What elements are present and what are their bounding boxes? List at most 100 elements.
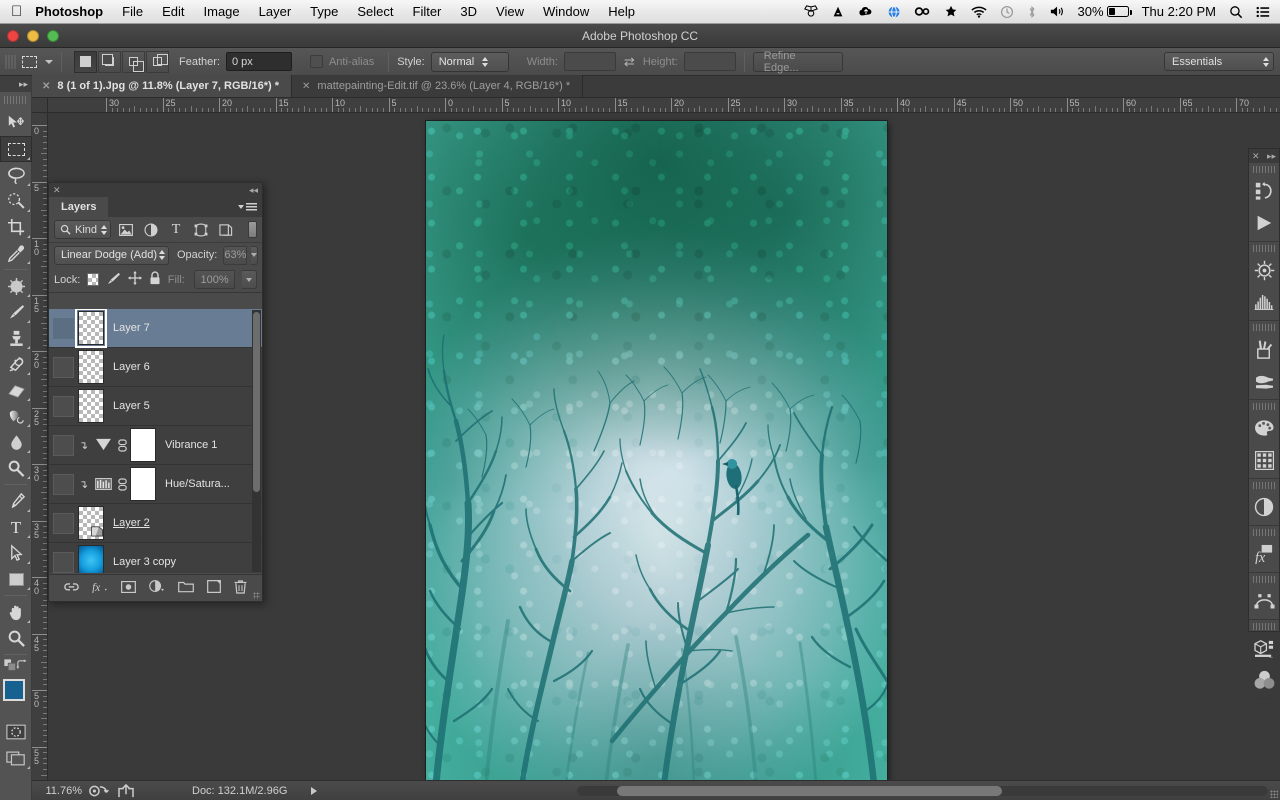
menu-window[interactable]: Window xyxy=(543,4,589,19)
rectangular-marquee-tool[interactable] xyxy=(0,136,32,162)
toolbar-grip[interactable] xyxy=(0,94,31,106)
layer-name[interactable]: Layer 3 copy xyxy=(113,556,176,568)
horizontal-type-tool[interactable]: T xyxy=(0,514,32,540)
styles-icon[interactable]: fx xyxy=(1249,538,1279,570)
layer-row[interactable]: Layer 6 xyxy=(49,348,262,387)
menu-type[interactable]: Type xyxy=(310,4,338,19)
volume-icon[interactable] xyxy=(1050,5,1065,18)
bluetooth-icon[interactable] xyxy=(1027,5,1037,19)
history-brush-tool[interactable] xyxy=(0,351,32,377)
menu-help[interactable]: Help xyxy=(608,4,635,19)
window-resize-handle[interactable] xyxy=(1270,790,1278,798)
menu-layer[interactable]: Layer xyxy=(259,4,292,19)
layer-row[interactable]: ↴ Hue/Satura... xyxy=(49,465,262,504)
opacity-value[interactable]: 63% xyxy=(223,245,248,265)
pixel-layer-filter-icon[interactable] xyxy=(116,220,136,240)
swatches-icon[interactable] xyxy=(1249,444,1279,476)
lasso-tool[interactable] xyxy=(0,162,32,188)
layer-row[interactable]: Layer 7 xyxy=(49,309,262,348)
opacity-dropdown-arrow[interactable] xyxy=(251,245,259,265)
zoom-window-button[interactable] xyxy=(47,30,59,42)
adjustment-layer-filter-icon[interactable] xyxy=(141,220,161,240)
foreground-color-swatch[interactable] xyxy=(3,679,25,701)
image-canvas[interactable] xyxy=(426,121,887,784)
add-to-selection-button[interactable] xyxy=(98,50,121,73)
subtract-from-selection-button[interactable] xyxy=(122,50,145,73)
lock-image-pixels-icon[interactable] xyxy=(106,272,121,288)
menu-filter[interactable]: Filter xyxy=(413,4,442,19)
layer-thumbnail[interactable] xyxy=(78,350,104,384)
layer-thumbnail[interactable] xyxy=(78,506,104,540)
layer-row[interactable]: ↴ Vibrance 1 xyxy=(49,426,262,465)
color-palette-icon[interactable] xyxy=(1249,412,1279,444)
smart-object-filter-icon[interactable] xyxy=(216,220,236,240)
actions-icon[interactable] xyxy=(1249,207,1279,239)
gradient-tool[interactable] xyxy=(0,403,32,429)
scrollbar-thumb[interactable] xyxy=(253,312,260,492)
brush-presets-icon[interactable] xyxy=(1249,333,1279,365)
lock-position-icon[interactable] xyxy=(127,271,142,288)
new-adjustment-layer-icon[interactable] xyxy=(149,580,165,596)
vertical-ruler[interactable]: 0 5 10 15 20 25 30 35 40 45 50 55 xyxy=(32,113,48,800)
anti-alias-checkbox[interactable] xyxy=(309,55,323,68)
path-selection-tool[interactable] xyxy=(0,540,32,566)
add-layer-style-icon[interactable]: fx xyxy=(92,580,108,596)
layer-name[interactable]: Vibrance 1 xyxy=(165,439,217,451)
horizontal-scrollbar[interactable] xyxy=(577,786,1268,796)
close-icon[interactable]: ✕ xyxy=(42,81,50,92)
link-mask-icon[interactable] xyxy=(114,438,130,452)
menu-view[interactable]: View xyxy=(496,4,524,19)
rectangular-marquee-icon[interactable] xyxy=(16,49,42,75)
layer-row[interactable]: Layer 2 xyxy=(49,504,262,543)
gear-arrow-icon[interactable] xyxy=(88,784,110,798)
layers-scrollbar[interactable] xyxy=(252,310,261,572)
menu-bar-clock[interactable]: Thu 2:20 PM xyxy=(1142,4,1216,19)
lock-transparent-pixels-icon[interactable] xyxy=(87,273,99,286)
layer-name[interactable]: Layer 5 xyxy=(113,400,150,412)
new-selection-button[interactable] xyxy=(74,50,97,73)
scrollbar-thumb[interactable] xyxy=(617,786,1002,796)
menu-select[interactable]: Select xyxy=(357,4,393,19)
layer-visibility-toggle[interactable] xyxy=(53,512,74,534)
layer-thumbnail[interactable] xyxy=(78,545,104,573)
delete-layer-icon[interactable] xyxy=(234,579,247,597)
pen-tool[interactable] xyxy=(0,488,32,514)
crashplan-icon[interactable] xyxy=(944,5,958,19)
tab-layers[interactable]: Layers xyxy=(49,197,109,217)
double-chevron-right-icon[interactable]: ▸▸ xyxy=(1267,151,1276,162)
double-chevron-left-icon[interactable]: ◂◂ xyxy=(249,185,258,196)
globe-icon[interactable] xyxy=(887,5,901,19)
menu-file[interactable]: File xyxy=(122,4,143,19)
fill-value[interactable]: 100% xyxy=(193,270,236,289)
eyedropper-tool[interactable] xyxy=(0,240,32,266)
history-icon[interactable] xyxy=(1249,175,1279,207)
zoom-level-input[interactable]: 11.76% xyxy=(38,785,88,797)
lock-all-icon[interactable] xyxy=(149,271,161,288)
toolbar-collapse-button[interactable]: ▸▸ xyxy=(0,76,31,92)
workspace-switcher[interactable]: Essentials xyxy=(1164,52,1274,71)
layer-mask-thumbnail[interactable] xyxy=(130,467,156,501)
menu-3d[interactable]: 3D xyxy=(460,4,477,19)
dropbox-icon[interactable] xyxy=(803,4,818,19)
panel-menu-icon[interactable] xyxy=(238,197,262,217)
add-layer-mask-icon[interactable] xyxy=(120,580,136,596)
horizontal-ruler[interactable]: 30 25 20 15 10 5 0 5 10 15 20 25 30 35 40 45 50 55 60 65 70 xyxy=(48,98,1280,113)
rectangle-tool[interactable] xyxy=(0,566,32,592)
eraser-tool[interactable] xyxy=(0,377,32,403)
chevron-down-icon[interactable] xyxy=(45,59,53,64)
play-arrow-icon[interactable] xyxy=(311,786,318,795)
blend-mode-select[interactable]: Linear Dodge (Add) xyxy=(54,245,169,265)
wifi-icon[interactable] xyxy=(970,6,987,18)
quick-selection-tool[interactable] xyxy=(0,188,32,214)
close-icon[interactable]: ✕ xyxy=(302,81,310,92)
feather-input[interactable]: 0 px xyxy=(225,52,292,71)
menu-photoshop[interactable]: Photoshop xyxy=(35,4,103,19)
histogram-icon[interactable] xyxy=(1249,286,1279,318)
width-input[interactable] xyxy=(563,52,616,71)
layer-visibility-toggle[interactable] xyxy=(53,473,74,495)
layer-name[interactable]: Hue/Satura... xyxy=(165,478,230,490)
cloud-icon[interactable] xyxy=(858,5,874,18)
navigator-icon[interactable] xyxy=(1249,254,1279,286)
dock-group-grip[interactable] xyxy=(1249,622,1279,631)
3d-icon[interactable] xyxy=(1249,632,1279,664)
